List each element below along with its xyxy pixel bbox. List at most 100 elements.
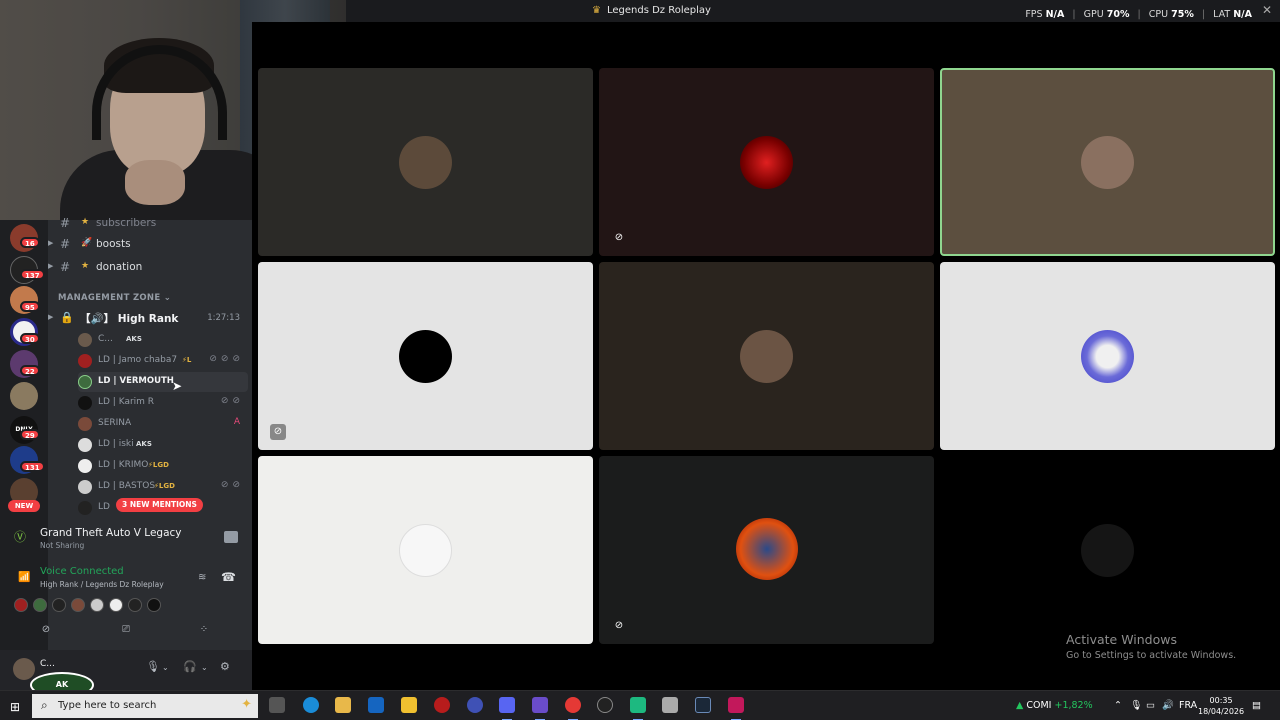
edge-icon[interactable]: [303, 697, 319, 713]
store-icon[interactable]: [401, 697, 417, 713]
channel-name: donation: [96, 261, 143, 273]
outlook-icon[interactable]: [368, 697, 384, 713]
voice-member[interactable]: SERINA A: [78, 414, 248, 434]
microphone-icon[interactable]: 🎙: [1130, 700, 1142, 711]
voice-member[interactable]: LD | BASTOS ⚡LGD ⊘⊘: [78, 477, 248, 497]
video-tile[interactable]: ⊘: [599, 456, 934, 644]
volume-icon[interactable]: 🔊: [1162, 700, 1174, 711]
share-screen-icon[interactable]: [224, 531, 238, 543]
muted-icons: ⊘⊘: [220, 396, 244, 406]
avatar[interactable]: [52, 598, 66, 612]
new-mentions-pill[interactable]: 3 NEW MENTIONS: [116, 498, 203, 512]
hash-icon: #: [60, 237, 71, 251]
camera-off-icon: ⊘: [270, 424, 286, 440]
search-highlight-icon: ✦: [241, 697, 252, 712]
avatar[interactable]: [14, 598, 28, 612]
chrome-icon[interactable]: [565, 697, 581, 720]
voice-controls: ⊘ ⎚ ⁘: [8, 622, 248, 642]
avatar[interactable]: [90, 598, 104, 612]
game-launcher-icon[interactable]: [728, 697, 744, 720]
voice-member[interactable]: LD | Jamo chaba7 ⚡L ⊘⊘⊘: [78, 351, 248, 371]
taskbar-search[interactable]: ⌕ Type here to search ✦: [32, 694, 258, 718]
channel-item-subscribers[interactable]: # ★ subscribers: [48, 214, 252, 234]
user-panel: C... AK 🎙 ⌄ 🎧 ⌄ ⚙: [0, 650, 252, 698]
avatar[interactable]: [33, 598, 47, 612]
video-tile[interactable]: ⊘: [599, 68, 934, 256]
activities-icon[interactable]: ⁘: [168, 624, 240, 640]
screen: ♛ Legends Dz Roleplay FPS N/A | GPU 70% |…: [0, 0, 1280, 720]
badge-icon: A: [233, 417, 244, 427]
voice-member[interactable]: C... AKS: [78, 330, 248, 350]
avatar[interactable]: [71, 598, 85, 612]
game-icon: Ⓥ: [14, 530, 27, 544]
voice-member[interactable]: LD | iski AKS: [78, 435, 248, 455]
task-view-icon[interactable]: [269, 697, 285, 713]
voice-channel-high-rank[interactable]: ▶ 🔒 【🔊】 High Rank 1:27:13: [48, 308, 248, 328]
voice-member[interactable]: LD | Karim R ⊘⊘: [78, 393, 248, 413]
file-explorer-icon[interactable]: [335, 697, 351, 713]
windows-start-icon[interactable]: ⊞: [10, 700, 20, 714]
avatar: [399, 136, 452, 189]
voice-status[interactable]: Voice Connected: [40, 566, 124, 577]
shield-icon[interactable]: [662, 697, 678, 713]
voice-location[interactable]: High Rank / Legends Dz Roleplay: [40, 580, 164, 589]
discord-alt-icon[interactable]: [532, 697, 548, 720]
notifications-icon[interactable]: ▤: [1252, 700, 1261, 711]
obs-icon[interactable]: [597, 697, 613, 713]
separator: |: [1201, 9, 1206, 20]
avatar: [399, 524, 452, 577]
language-indicator[interactable]: FRA: [1179, 700, 1197, 711]
chevron-up-icon[interactable]: ⌃: [1114, 700, 1122, 711]
monitor-icon[interactable]: ▭: [1146, 700, 1155, 711]
video-tile[interactable]: [599, 262, 934, 450]
video-tile[interactable]: [940, 262, 1275, 450]
server-icon[interactable]: [10, 382, 38, 410]
app-crown-icon: ♛: [592, 5, 601, 16]
close-icon[interactable]: ✕: [1262, 3, 1272, 17]
user-name[interactable]: C...: [40, 659, 55, 669]
stock-widget[interactable]: ▲ COMI +1,82%: [1016, 700, 1093, 711]
app-icon[interactable]: [434, 697, 450, 713]
gear-icon[interactable]: ⚙: [220, 660, 230, 673]
chevron-down-icon[interactable]: ⌄: [201, 663, 208, 672]
avatar[interactable]: [147, 598, 161, 612]
voice-member[interactable]: LD | KRIMO ⚡LGD: [78, 456, 248, 476]
channel-name: subscribers: [96, 217, 157, 229]
unread-badge: 131: [20, 461, 45, 472]
channel-item-donation[interactable]: ▶ # ★ donation: [48, 258, 252, 278]
video-tile[interactable]: ⊘: [258, 262, 593, 450]
screen-share-icon[interactable]: ⎚: [90, 624, 162, 640]
video-tile[interactable]: [258, 456, 593, 644]
search-placeholder: Type here to search: [58, 700, 157, 711]
category-header[interactable]: MANAGEMENT ZONE ⌄: [58, 293, 171, 303]
chevron-down-icon[interactable]: ⌄: [162, 663, 169, 672]
member-tag: ⚡L: [182, 356, 192, 364]
app-icon[interactable]: [467, 697, 483, 713]
video-tile-speaking[interactable]: [940, 68, 1275, 256]
disconnect-icon[interactable]: ☎: [221, 570, 236, 584]
headphones-icon[interactable]: 🎧: [183, 660, 197, 673]
voice-member[interactable]: LD | VERMOUTH: [78, 372, 248, 392]
member-name: LD | KRIMO: [98, 460, 149, 470]
steam-icon[interactable]: [695, 697, 711, 713]
video-tile[interactable]: [940, 456, 1275, 644]
noise-suppression-icon[interactable]: ≋: [198, 572, 206, 583]
new-servers-pill[interactable]: NEW: [8, 500, 40, 512]
camera-off-icon[interactable]: ⊘: [10, 624, 82, 640]
unread-badge: 22: [20, 365, 40, 376]
separator: |: [1072, 9, 1076, 20]
voice-participants: [14, 597, 166, 616]
stock-name: COMI: [1026, 700, 1052, 711]
signal-icon: 📶: [18, 572, 31, 583]
video-tile[interactable]: [258, 68, 593, 256]
avatar[interactable]: [13, 658, 35, 680]
microphone-icon[interactable]: 🎙: [146, 660, 160, 673]
avatar: [1081, 524, 1134, 577]
avatar[interactable]: [128, 598, 142, 612]
clock[interactable]: 00:35 18/04/2026: [1198, 695, 1244, 717]
voice-channel-timer: 1:27:13: [207, 313, 240, 323]
avatar[interactable]: [109, 598, 123, 612]
discord-icon[interactable]: [499, 697, 515, 720]
app-icon[interactable]: [630, 697, 646, 720]
channel-item-boosts[interactable]: ▶ # 🚀 boosts: [48, 235, 252, 255]
